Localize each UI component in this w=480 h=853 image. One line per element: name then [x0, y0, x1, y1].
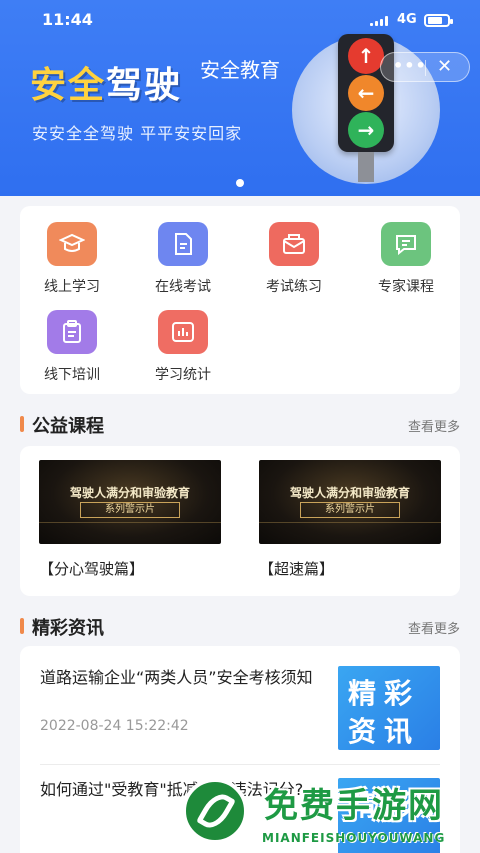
left-arrow-icon: ←	[348, 75, 384, 111]
chart-icon	[158, 310, 208, 354]
section-title: 精彩资讯	[32, 618, 104, 639]
chat-icon	[381, 222, 431, 266]
courses-more-link[interactable]: 查看更多	[408, 416, 460, 435]
thumbnail-decoration	[259, 522, 441, 523]
menu-item-label: 考试练习	[266, 279, 322, 295]
capsule-divider	[425, 60, 426, 76]
course-thumbnail[interactable]: 驾驶人满分和审验教育 系列警示片	[39, 460, 221, 544]
watermark: 免费手游网 MIANFEISHOUYOUWANG	[182, 776, 480, 853]
menu-item-label: 学习统计	[155, 367, 211, 383]
news-section-header: 精彩资讯 查看更多	[20, 614, 460, 639]
traffic-light-pole	[358, 152, 374, 182]
section-accent-bar	[20, 416, 24, 432]
network-type: 4G	[397, 12, 417, 27]
courses-list: 驾驶人满分和审验教育 系列警示片 【分心驾驶篇】 驾驶人满分和审验教育 系列警示…	[20, 446, 460, 596]
menu-item-exam-practice[interactable]: 考试练习	[244, 222, 344, 296]
course-card[interactable]: 驾驶人满分和审验教育 系列警示片 【超速篇】	[259, 460, 441, 579]
menu-item-online-learning[interactable]: 线上学习	[22, 222, 122, 296]
thumbnail-title: 驾驶人满分和审验教育	[69, 486, 190, 500]
banner-title-part2: 驾驶	[106, 65, 183, 106]
document-icon	[158, 222, 208, 266]
thumbnail-subtitle: 系列警示片	[300, 502, 400, 518]
menu-item-learning-stats[interactable]: 学习统计	[133, 310, 233, 384]
thumbnail-decoration	[39, 522, 221, 523]
more-icon[interactable]: •••	[393, 56, 427, 75]
thumbnail-subtitle: 系列警示片	[80, 502, 180, 518]
traffic-light-icon: ↑ ← →	[338, 34, 394, 152]
course-card[interactable]: 驾驶人满分和审验教育 系列警示片 【分心驾驶篇】	[39, 460, 221, 579]
banner[interactable]: 11:44 4G 安全驾驶 安全教育 安安全全驾驶 平平安安回家 ↑ ← → •…	[0, 0, 480, 196]
battery-icon	[424, 14, 453, 27]
news-title[interactable]: 道路运输企业“两类人员”安全考核须知	[40, 666, 332, 690]
courses-section-header: 公益课程 查看更多	[20, 412, 460, 437]
feature-menu: 线上学习 在线考试 考试练习 专家课程 线下培训 学习统计	[20, 206, 460, 394]
section-accent-bar	[20, 618, 24, 634]
news-divider	[40, 764, 440, 765]
banner-subtitle: 安全教育	[200, 58, 280, 82]
status-bar: 11:44 4G	[0, 10, 480, 32]
news-time: 2022-08-24 15:22:42	[40, 718, 189, 734]
section-title: 公益课程	[32, 416, 104, 437]
thumbnail-text: 资讯	[348, 715, 421, 748]
news-thumbnail[interactable]: 精彩 资讯	[338, 666, 440, 750]
menu-item-label: 线上学习	[44, 279, 100, 295]
carousel-indicator[interactable]	[236, 179, 244, 187]
banner-title-part1: 安全	[30, 65, 107, 106]
watermark-title: 免费手游网	[264, 786, 444, 826]
close-icon[interactable]: ✕	[437, 56, 452, 77]
thumbnail-title: 驾驶人满分和审验教育	[289, 486, 410, 500]
menu-item-expert-courses[interactable]: 专家课程	[356, 222, 456, 296]
signal-icon	[370, 16, 390, 26]
banner-slogan: 安安全全驾驶 平平安安回家	[32, 124, 243, 143]
status-time: 11:44	[42, 10, 93, 29]
clipboard-icon	[47, 310, 97, 354]
banner-title: 安全驾驶	[30, 56, 182, 108]
envelope-icon	[269, 222, 319, 266]
right-arrow-icon: →	[348, 112, 384, 148]
mini-program-capsule[interactable]: ••• ✕	[380, 52, 470, 82]
news-more-link[interactable]: 查看更多	[408, 618, 460, 637]
menu-item-label: 线下培训	[44, 367, 100, 383]
menu-item-offline-training[interactable]: 线下培训	[22, 310, 122, 384]
menu-item-online-exam[interactable]: 在线考试	[133, 222, 233, 296]
up-arrow-icon: ↑	[348, 38, 384, 74]
course-title[interactable]: 【分心驾驶篇】	[39, 558, 221, 579]
menu-item-label: 专家课程	[378, 279, 434, 295]
course-title[interactable]: 【超速篇】	[259, 558, 441, 579]
watermark-logo-icon	[182, 778, 248, 844]
watermark-subtitle: MIANFEISHOUYOUWANG	[262, 831, 446, 845]
course-thumbnail[interactable]: 驾驶人满分和审验教育 系列警示片	[259, 460, 441, 544]
menu-item-label: 在线考试	[155, 279, 211, 295]
graduation-cap-icon	[47, 222, 97, 266]
thumbnail-text: 精彩	[348, 677, 421, 710]
